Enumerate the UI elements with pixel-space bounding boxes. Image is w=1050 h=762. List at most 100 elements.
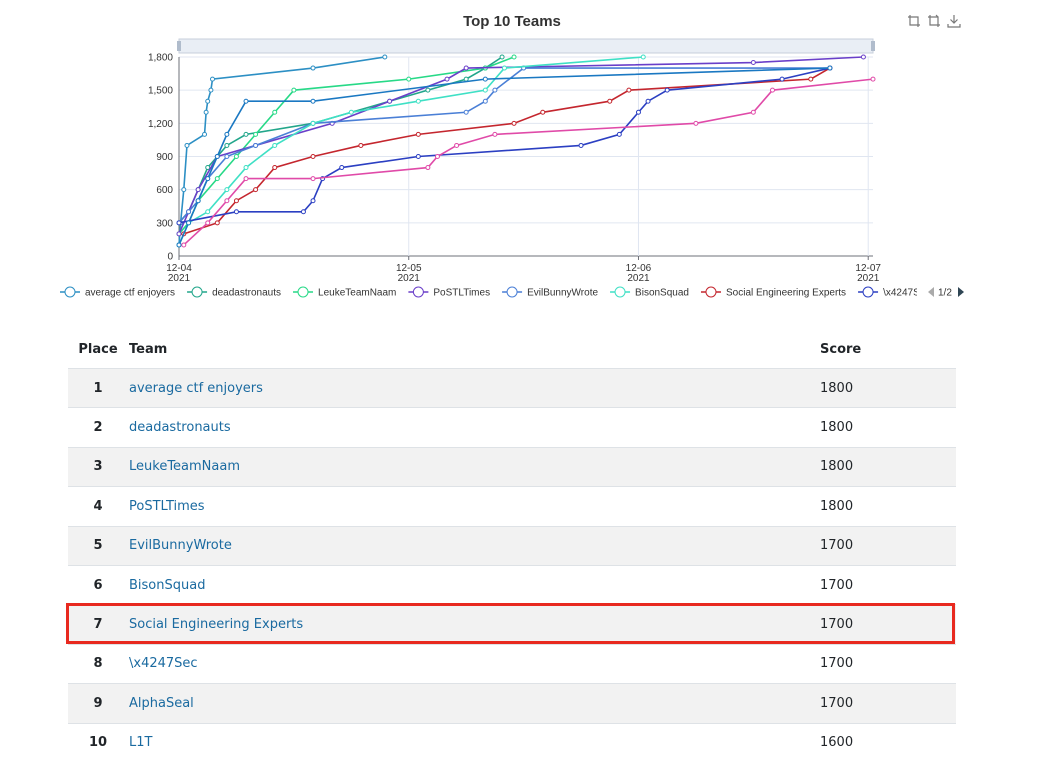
data-point — [482, 76, 488, 82]
zoom-reset-icon[interactable] — [927, 14, 941, 28]
table-header-row: Place Team Score — [68, 330, 956, 369]
team-link[interactable]: BisonSquad — [129, 578, 205, 593]
data-point — [176, 242, 182, 248]
data-point — [181, 242, 187, 248]
data-point — [233, 198, 239, 204]
legend-item[interactable]: BisonSquad — [610, 286, 689, 299]
legend-label: AlphaSeal — [967, 288, 1013, 299]
datazoom-handle-left[interactable] — [177, 41, 181, 51]
place-cell: 9 — [93, 695, 103, 711]
x-tick-year-label: 2021 — [168, 273, 191, 284]
x-tick-year-label: 2021 — [857, 273, 880, 284]
team-link[interactable]: EvilBunnyWrote — [129, 538, 232, 553]
legend-label: average ctf enjoyers — [85, 288, 175, 299]
team-link[interactable]: \x4247Sec — [129, 656, 198, 671]
data-point — [210, 76, 216, 82]
team-link[interactable]: AlphaSeal — [129, 696, 194, 711]
table-row: 5 EvilBunnyWrote 1700 — [68, 526, 956, 566]
table-row: 9 AlphaSeal 1700 — [68, 683, 956, 724]
data-point — [492, 131, 498, 137]
legend-marker — [705, 286, 717, 298]
data-point — [253, 142, 259, 148]
download-icon[interactable] — [947, 14, 961, 28]
data-point — [750, 109, 756, 115]
datazoom-handle-right[interactable] — [871, 41, 875, 51]
legend-label: EvilBunnyWrote — [527, 288, 598, 299]
team-link[interactable]: Social Engineering Experts — [129, 617, 303, 632]
data-point — [499, 54, 505, 60]
team-link[interactable]: average ctf enjoyers — [129, 381, 263, 396]
data-point — [434, 154, 440, 159]
data-point — [205, 98, 211, 104]
zoom-icon[interactable] — [907, 14, 921, 28]
data-point — [176, 231, 182, 237]
y-tick-label: 0 — [167, 252, 173, 263]
y-tick-label: 900 — [156, 152, 173, 163]
data-point — [382, 54, 388, 60]
score-cell: 1700 — [820, 695, 854, 711]
legend-item[interactable]: \x4247Sec — [858, 286, 930, 299]
data-point — [184, 142, 190, 148]
table-row: 8 \x4247Sec 1700 — [68, 644, 956, 683]
legend-prev-icon[interactable] — [928, 287, 934, 297]
data-point — [176, 220, 182, 226]
data-point — [870, 76, 876, 82]
legend-item[interactable]: deadastronauts — [187, 286, 281, 299]
legend-item[interactable]: AlphaSeal — [942, 287, 1013, 299]
legend-item[interactable]: EvilBunnyWrote — [502, 286, 598, 299]
data-point — [540, 109, 546, 115]
team-link[interactable]: L1T — [129, 735, 152, 750]
data-point — [693, 120, 699, 126]
legend-label: PoSTLTimes — [433, 288, 490, 299]
data-point — [310, 154, 316, 159]
chart-svg: Top 10 Teams03006009001,2001,5001,80012-… — [60, 13, 1013, 299]
data-point — [205, 176, 211, 182]
table-row: 3 LeukeTeamNaam 1800 — [68, 447, 956, 487]
data-point — [463, 65, 469, 71]
legend-marker — [506, 286, 518, 298]
series-line — [178, 56, 503, 224]
legend-item[interactable]: Social Engineering Experts — [700, 286, 846, 299]
data-point — [300, 209, 306, 215]
team-cell: average ctf enjoyers — [128, 369, 820, 408]
data-point — [415, 154, 421, 159]
data-point — [415, 131, 421, 137]
team-cell: BisonSquad — [128, 565, 820, 604]
legend-item[interactable]: average ctf enjoyers — [60, 286, 175, 299]
data-point — [224, 131, 230, 137]
data-point — [272, 165, 278, 171]
data-point — [195, 187, 201, 193]
legend-label: \x4247Sec — [883, 288, 930, 299]
data-point — [310, 65, 316, 71]
team-cell: deadastronauts — [128, 408, 820, 447]
place-cell: 3 — [93, 459, 103, 475]
data-point — [454, 142, 460, 148]
score-cell: 1800 — [820, 498, 854, 514]
data-point — [607, 98, 613, 104]
legend-item[interactable]: LeukeTeamNaam — [293, 286, 396, 299]
data-point — [310, 176, 316, 182]
data-point — [208, 87, 214, 93]
data-point — [640, 54, 646, 60]
data-point — [253, 131, 259, 137]
data-point — [750, 60, 756, 66]
team-link[interactable]: LeukeTeamNaam — [129, 459, 240, 474]
y-tick-label: 600 — [156, 185, 173, 196]
team-cell: EvilBunnyWrote — [128, 526, 820, 565]
data-point — [808, 76, 814, 82]
team-cell: Social Engineering Experts — [128, 605, 820, 644]
data-point — [205, 165, 211, 171]
y-tick-label: 300 — [156, 218, 173, 229]
legend-marker — [862, 286, 874, 298]
series-line — [183, 78, 874, 246]
chart-toolbox — [907, 14, 961, 28]
data-point — [616, 131, 622, 137]
score-cell: 1800 — [820, 420, 854, 436]
data-point — [203, 109, 209, 115]
team-link[interactable]: deadastronauts — [129, 420, 231, 435]
legend-next-icon[interactable] — [958, 287, 964, 297]
data-point — [769, 87, 775, 93]
legend-item[interactable]: PoSTLTimes — [408, 286, 490, 299]
team-cell: \x4247Sec — [128, 644, 820, 683]
team-link[interactable]: PoSTLTimes — [129, 499, 205, 514]
